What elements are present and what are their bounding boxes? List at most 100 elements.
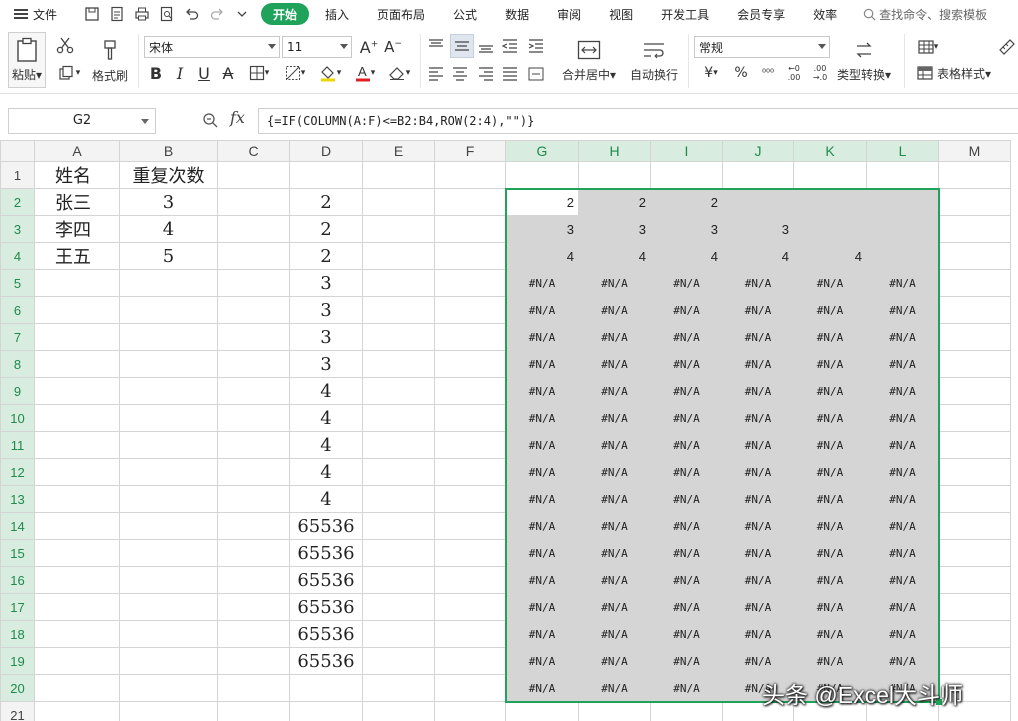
align-center-button[interactable] <box>450 64 470 84</box>
column-header-k[interactable]: K <box>793 140 867 162</box>
cell-e1[interactable] <box>362 161 435 189</box>
cell-i5[interactable]: #N/A <box>650 269 723 297</box>
cell-f21[interactable] <box>434 701 506 721</box>
cell-l3[interactable] <box>866 215 939 243</box>
cell-b2[interactable]: 3 <box>119 188 218 216</box>
cell-j9[interactable]: #N/A <box>722 377 794 405</box>
cell-i18[interactable]: #N/A <box>650 620 723 648</box>
cell-f9[interactable] <box>434 377 506 405</box>
cell-d3[interactable]: 2 <box>289 215 363 243</box>
cell-h3[interactable]: 3 <box>578 215 651 243</box>
cell-b4[interactable]: 5 <box>119 242 218 270</box>
cell-b20[interactable] <box>119 674 218 702</box>
cell-a17[interactable] <box>34 593 120 621</box>
column-header-i[interactable]: I <box>650 140 723 162</box>
column-header-c[interactable]: C <box>217 140 290 162</box>
cell-e10[interactable] <box>362 404 435 432</box>
cell-i6[interactable]: #N/A <box>650 296 723 324</box>
cell-l13[interactable]: #N/A <box>866 485 939 513</box>
cell-j2[interactable] <box>722 188 794 216</box>
cell-f2[interactable] <box>434 188 506 216</box>
decrease-font-button[interactable]: A− <box>382 36 404 58</box>
cell-e13[interactable] <box>362 485 435 513</box>
cell-l17[interactable]: #N/A <box>866 593 939 621</box>
cell-a1[interactable]: 姓名 <box>34 161 120 189</box>
cell-g20[interactable]: #N/A <box>505 674 579 702</box>
cell-k15[interactable]: #N/A <box>793 539 867 567</box>
strikethrough-button[interactable]: A <box>218 62 238 84</box>
tab-member[interactable]: 会员专享 <box>725 3 797 25</box>
merge-center-button[interactable]: 合并居中▾ <box>556 34 622 88</box>
row-header-10[interactable]: 10 <box>0 404 35 432</box>
cell-e5[interactable] <box>362 269 435 297</box>
cell-l11[interactable]: #N/A <box>866 431 939 459</box>
cell-m10[interactable] <box>938 404 1011 432</box>
row-header-3[interactable]: 3 <box>0 215 35 243</box>
column-header-j[interactable]: J <box>722 140 794 162</box>
tab-review[interactable]: 审阅 <box>545 3 593 25</box>
cell-d6[interactable]: 3 <box>289 296 363 324</box>
cell-g13[interactable]: #N/A <box>505 485 579 513</box>
row-header-12[interactable]: 12 <box>0 458 35 486</box>
cell-c1[interactable] <box>217 161 290 189</box>
cell-l2[interactable] <box>866 188 939 216</box>
cell-j15[interactable]: #N/A <box>722 539 794 567</box>
cell-f3[interactable] <box>434 215 506 243</box>
cut-button[interactable] <box>54 34 76 56</box>
cell-g1[interactable] <box>505 161 579 189</box>
thousands-separator-button[interactable]: ⁰⁰⁰ <box>756 62 780 84</box>
cell-f17[interactable] <box>434 593 506 621</box>
cell-d9[interactable]: 4 <box>289 377 363 405</box>
cell-m5[interactable] <box>938 269 1011 297</box>
cell-a11[interactable] <box>34 431 120 459</box>
row-header-6[interactable]: 6 <box>0 296 35 324</box>
row-header-18[interactable]: 18 <box>0 620 35 648</box>
align-right-button[interactable] <box>476 64 496 84</box>
cell-k11[interactable]: #N/A <box>793 431 867 459</box>
cell-g9[interactable]: #N/A <box>505 377 579 405</box>
decrease-decimal-button[interactable]: .00 →.0 <box>808 60 832 86</box>
save-icon[interactable] <box>84 6 100 22</box>
cell-d1[interactable] <box>289 161 363 189</box>
cell-m12[interactable] <box>938 458 1011 486</box>
cell-j14[interactable]: #N/A <box>722 512 794 540</box>
cell-j10[interactable]: #N/A <box>722 404 794 432</box>
undo-icon[interactable] <box>184 6 200 22</box>
cell-h15[interactable]: #N/A <box>578 539 651 567</box>
row-header-8[interactable]: 8 <box>0 350 35 378</box>
row-header-4[interactable]: 4 <box>0 242 35 270</box>
cell-c14[interactable] <box>217 512 290 540</box>
cell-i12[interactable]: #N/A <box>650 458 723 486</box>
cell-c15[interactable] <box>217 539 290 567</box>
cell-i1[interactable] <box>650 161 723 189</box>
cell-j19[interactable]: #N/A <box>722 647 794 675</box>
cell-m4[interactable] <box>938 242 1011 270</box>
cell-g17[interactable]: #N/A <box>505 593 579 621</box>
cell-j12[interactable]: #N/A <box>722 458 794 486</box>
cell-g7[interactable]: #N/A <box>505 323 579 351</box>
cell-i11[interactable]: #N/A <box>650 431 723 459</box>
font-size-select[interactable]: 11 <box>282 36 352 58</box>
cell-l6[interactable]: #N/A <box>866 296 939 324</box>
cell-h19[interactable]: #N/A <box>578 647 651 675</box>
export-pdf-icon[interactable] <box>109 6 125 22</box>
cell-c12[interactable] <box>217 458 290 486</box>
cell-d20[interactable] <box>289 674 363 702</box>
print-icon[interactable] <box>134 6 150 22</box>
row-header-11[interactable]: 11 <box>0 431 35 459</box>
cell-l4[interactable] <box>866 242 939 270</box>
cell-f12[interactable] <box>434 458 506 486</box>
cell-h9[interactable]: #N/A <box>578 377 651 405</box>
cell-f7[interactable] <box>434 323 506 351</box>
cell-i21[interactable] <box>650 701 723 721</box>
name-box[interactable]: G2 <box>8 108 156 134</box>
cell-i17[interactable]: #N/A <box>650 593 723 621</box>
clear-format-button[interactable]: ▾ <box>384 62 414 84</box>
cell-h14[interactable]: #N/A <box>578 512 651 540</box>
cell-a21[interactable] <box>34 701 120 721</box>
cell-c13[interactable] <box>217 485 290 513</box>
currency-button[interactable]: ¥ ▾ <box>698 62 724 84</box>
select-all-corner[interactable] <box>0 140 35 162</box>
cell-c3[interactable] <box>217 215 290 243</box>
cell-l9[interactable]: #N/A <box>866 377 939 405</box>
